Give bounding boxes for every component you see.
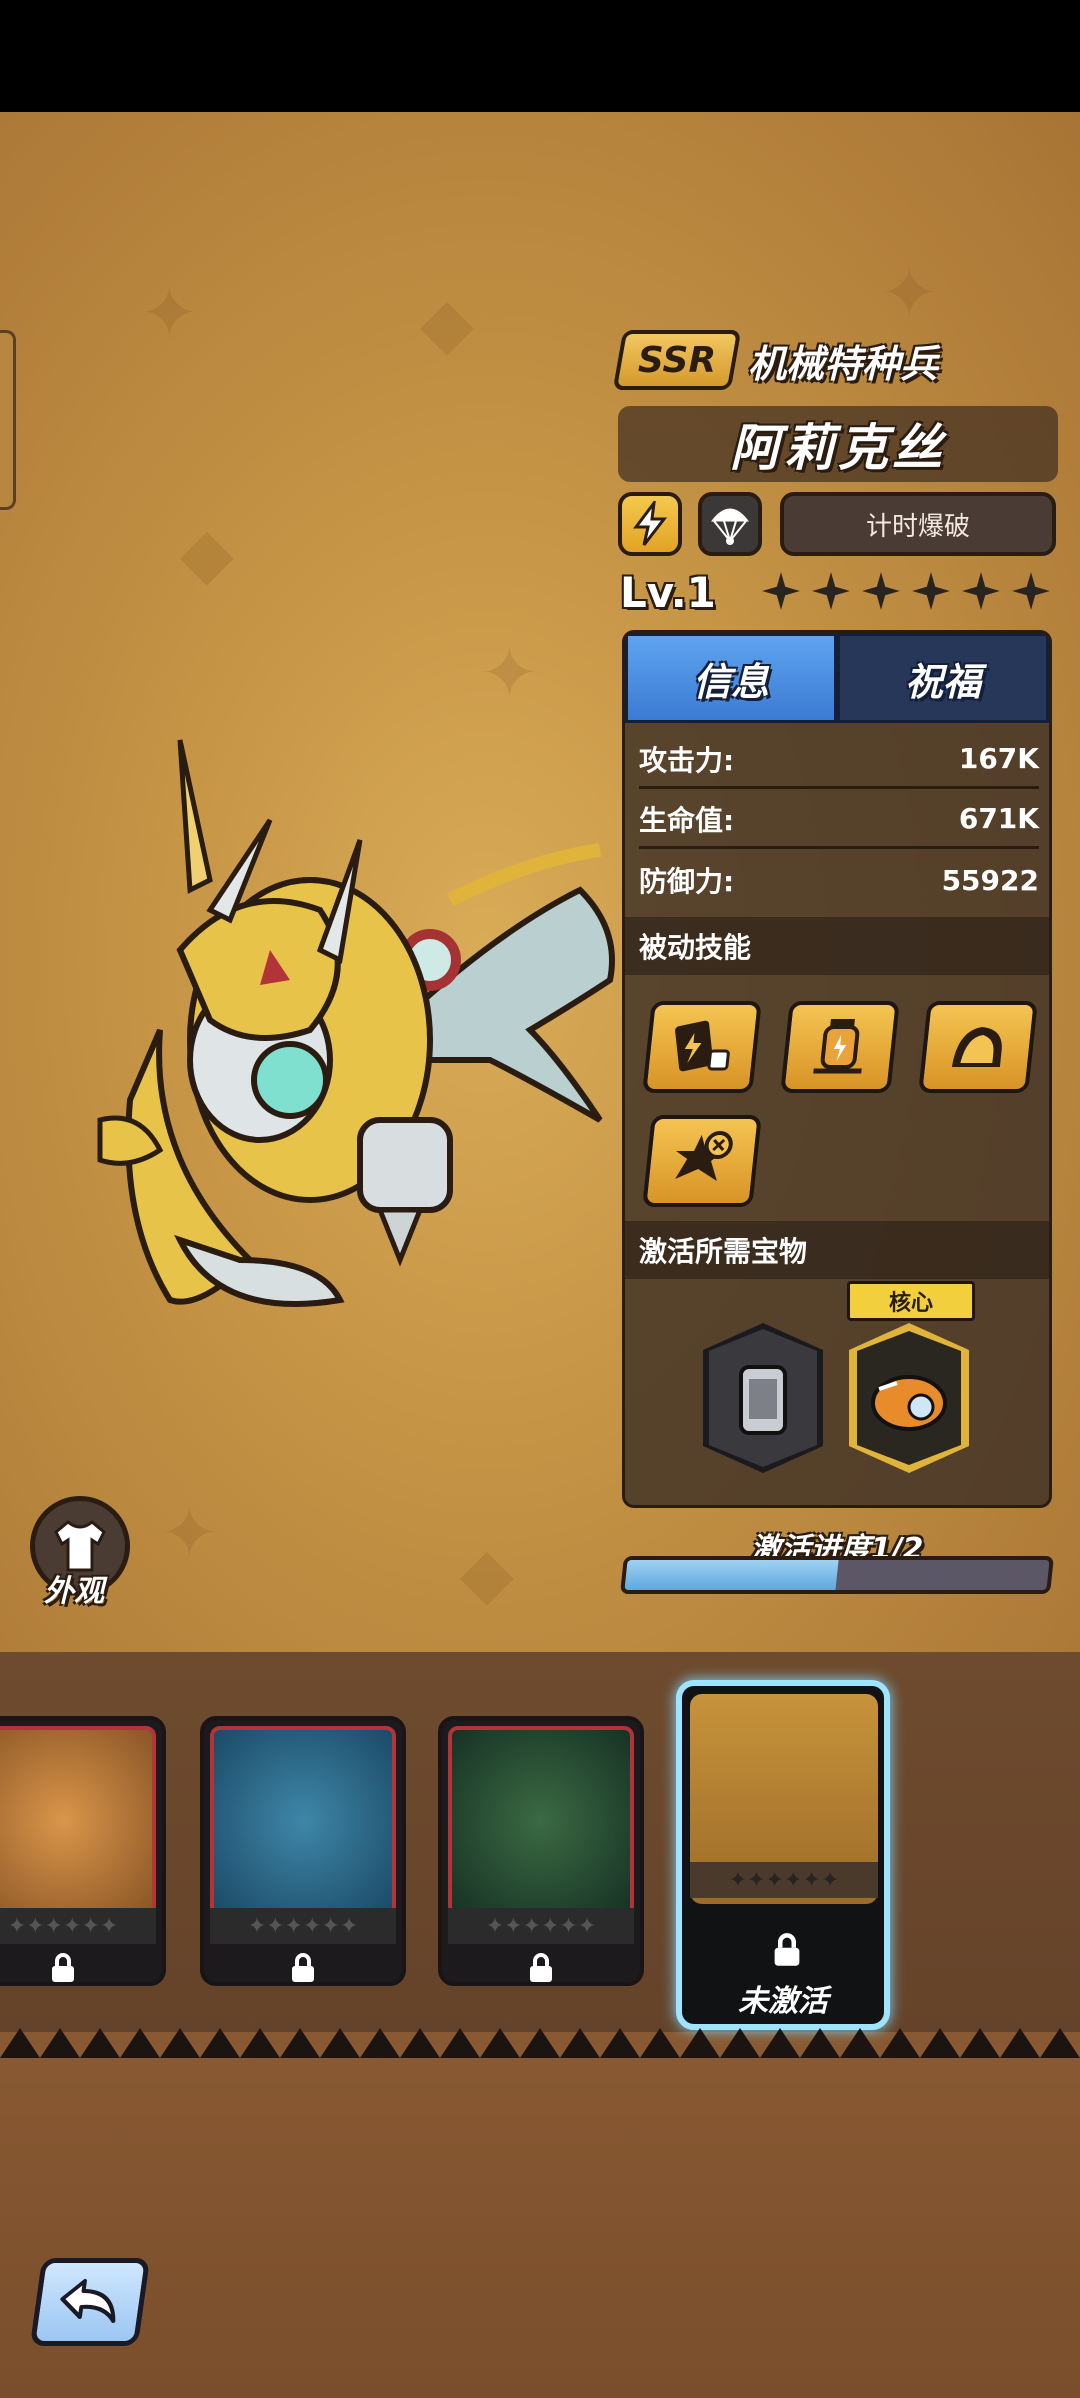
hero-class: 机械特种兵: [748, 341, 939, 386]
stat-value: 55922: [941, 863, 1039, 897]
inactive-status-label: 未激活: [738, 1984, 828, 2019]
lock-icon: [530, 1953, 552, 1982]
dragon-skull-hero-portrait: [210, 1726, 396, 1916]
star-icon: [912, 572, 950, 610]
canister-icon[interactable]: [703, 1323, 823, 1473]
tab-info[interactable]: 信息: [625, 633, 837, 723]
lightning-icon[interactable]: [618, 492, 682, 556]
hero-name: 阿莉克丝: [618, 406, 1058, 482]
hero-info-panel: 信息 祝福 攻击力: 167K 生命值: 671K 防御力: 55922 被动技…: [622, 630, 1052, 1508]
stat-label: 攻击力:: [639, 743, 735, 777]
star-rating: [760, 570, 1052, 612]
cannon-icon[interactable]: [849, 1323, 969, 1473]
lock-icon: [52, 1953, 74, 1982]
lantern-icon[interactable]: [780, 1001, 900, 1093]
treasure-title: 激活所需宝物: [625, 1221, 1049, 1279]
star-icon: [862, 572, 900, 610]
explosion-timer-icon[interactable]: [642, 1115, 762, 1207]
tab-bar: 信息 祝福: [625, 633, 1049, 723]
green-beast-hero-portrait: [448, 1726, 634, 1916]
armor-icon[interactable]: [918, 1001, 1038, 1093]
card-stars: ✦✦✦✦✦✦: [210, 1908, 396, 1944]
lock-icon: [292, 1953, 314, 1982]
activation-progress-bar: [620, 1556, 1054, 1594]
spike-divider: [0, 2028, 1080, 2058]
card-stars: ✦✦✦✦✦✦: [690, 1862, 878, 1898]
star-icon: [1012, 572, 1050, 610]
star-icon: [962, 572, 1000, 610]
activation-progress-fill: [624, 1560, 839, 1590]
tab-blessing[interactable]: 祝福: [837, 633, 1049, 723]
card-stars: ✦✦✦✦✦✦: [448, 1908, 634, 1944]
lock-icon: [774, 1933, 800, 1966]
hero-level: Lv.1: [620, 567, 716, 617]
card-dice-icon[interactable]: [642, 1001, 762, 1093]
stat-value: 167K: [958, 742, 1039, 775]
rarity-badge: SSR: [612, 330, 742, 390]
status-bar: [0, 0, 1080, 112]
stat-row-hp: 生命值: 671K: [639, 791, 1039, 849]
passive-skills-title: 被动技能: [625, 917, 1049, 975]
stat-label: 生命值:: [639, 803, 735, 837]
hero-illustration: [97, 739, 615, 1307]
roster-card-dragon-skull[interactable]: ✦✦✦✦✦✦: [200, 1716, 406, 1986]
back-button[interactable]: [29, 2258, 151, 2346]
star-icon: [762, 572, 800, 610]
roster-card-pumpkin[interactable]: ✦✦✦✦✦✦: [0, 1716, 166, 1986]
skill-tag-label: 计时爆破: [865, 511, 970, 542]
card-stars: ✦✦✦✦✦✦: [0, 1908, 156, 1944]
side-drawer-tab[interactable]: [0, 330, 16, 510]
star-icon: [812, 572, 850, 610]
hero-name-text: 阿莉克丝: [730, 419, 946, 477]
stat-row-attack: 攻击力: 167K: [639, 731, 1039, 789]
stat-row-defense: 防御力: 55922: [639, 851, 1039, 909]
roster-card-mech-dragon-selected[interactable]: ✦✦✦✦✦✦ 未激活: [676, 1680, 890, 2030]
stat-label: 防御力:: [639, 865, 735, 898]
roster-card-green-beast[interactable]: ✦✦✦✦✦✦: [438, 1716, 644, 1986]
pumpkin-hero-portrait: [0, 1726, 156, 1916]
appearance-label: 外观: [44, 1574, 104, 1609]
core-badge: 核心: [847, 1281, 975, 1321]
back-arrow-icon: [60, 2279, 116, 2323]
parachute-icon[interactable]: [698, 492, 762, 556]
stat-value: 671K: [958, 802, 1039, 835]
skill-tag[interactable]: 计时爆破: [780, 492, 1056, 556]
